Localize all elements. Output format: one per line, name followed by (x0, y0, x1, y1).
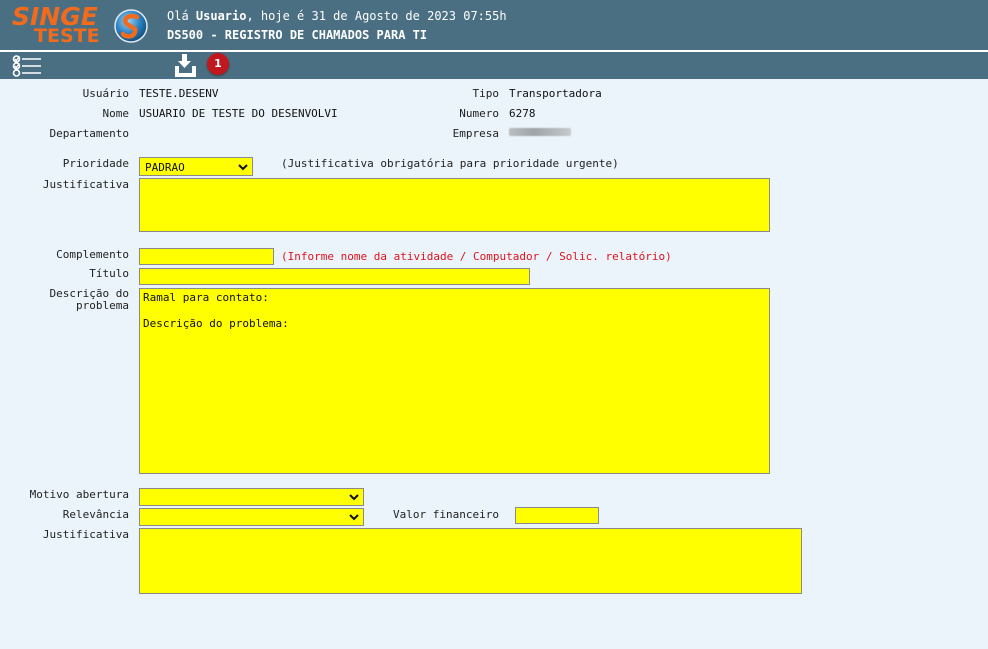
notification-badge: 1 (207, 53, 229, 75)
greeting-user: Usuario (195, 9, 247, 23)
numero-value: 6278 (509, 107, 536, 120)
justificativa-textarea[interactable] (139, 178, 770, 232)
descricao-label-line2: problema (76, 299, 129, 312)
screen-title: DS500 - REGISTRO DE CHAMADOS PARA TI (167, 28, 428, 42)
complemento-label: Complemento (56, 248, 129, 261)
titulo-input[interactable] (139, 268, 530, 285)
toolbar: 1 (0, 52, 988, 79)
greeting-suffix: , hoje é 31 de Agosto de 2023 07:55h (246, 9, 507, 23)
usuario-value: TESTE.DESENV (139, 87, 219, 100)
prioridade-select[interactable]: PADRAO (139, 157, 253, 176)
prioridade-selected-value: PADRAO (145, 161, 185, 174)
descricao-label: Descrição do problema (20, 288, 129, 312)
descricao-textarea[interactable] (139, 288, 770, 474)
nome-value: USUARIO DE TESTE DO DESENVOLVI (139, 107, 338, 120)
empresa-value-redacted (509, 128, 571, 136)
prioridade-note: (Justificativa obrigatória para priorida… (281, 157, 619, 170)
valor-financeiro-input[interactable] (515, 507, 599, 524)
complemento-input[interactable] (139, 248, 274, 265)
download-save-icon[interactable] (172, 53, 200, 79)
checklist-menu-icon[interactable] (12, 55, 42, 77)
relevancia-label: Relevância (62, 508, 129, 521)
tipo-label: Tipo (472, 87, 500, 100)
chevron-down-icon (349, 494, 359, 501)
valor-financeiro-label: Valor financeiro (393, 508, 499, 521)
justificativa-label: Justificativa (42, 178, 129, 191)
prioridade-label: Prioridade (62, 157, 129, 170)
nome-label: Nome (102, 107, 130, 120)
justificativa-2-textarea[interactable] (139, 528, 802, 594)
motivo-abertura-select[interactable] (139, 488, 364, 506)
numero-label: Numero (459, 107, 499, 120)
motivo-abertura-label: Motivo abertura (29, 488, 129, 501)
empresa-label: Empresa (452, 127, 499, 140)
chevron-down-icon (238, 163, 248, 170)
singe-logo: SINGE TESTE (12, 4, 107, 47)
app-header: SINGE TESTE Olá Usuario, hoje é 31 de Ag… (0, 0, 988, 52)
complemento-note: (Informe nome da atividade / Computador … (281, 250, 672, 263)
greeting-text: Olá Usuario, hoje é 31 de Agosto de 2023… (167, 9, 507, 23)
relevancia-select[interactable] (139, 508, 364, 526)
globe-s-icon (114, 9, 148, 43)
tipo-value: Transportadora (509, 87, 602, 100)
usuario-label: Usuário (82, 87, 129, 100)
justificativa-2-label: Justificativa (42, 528, 129, 541)
titulo-label: Título (89, 267, 129, 280)
chevron-down-icon (349, 514, 359, 521)
logo-sub: TESTE (34, 25, 100, 47)
greeting-prefix: Olá (167, 9, 196, 23)
departamento-label: Departamento (49, 127, 129, 140)
